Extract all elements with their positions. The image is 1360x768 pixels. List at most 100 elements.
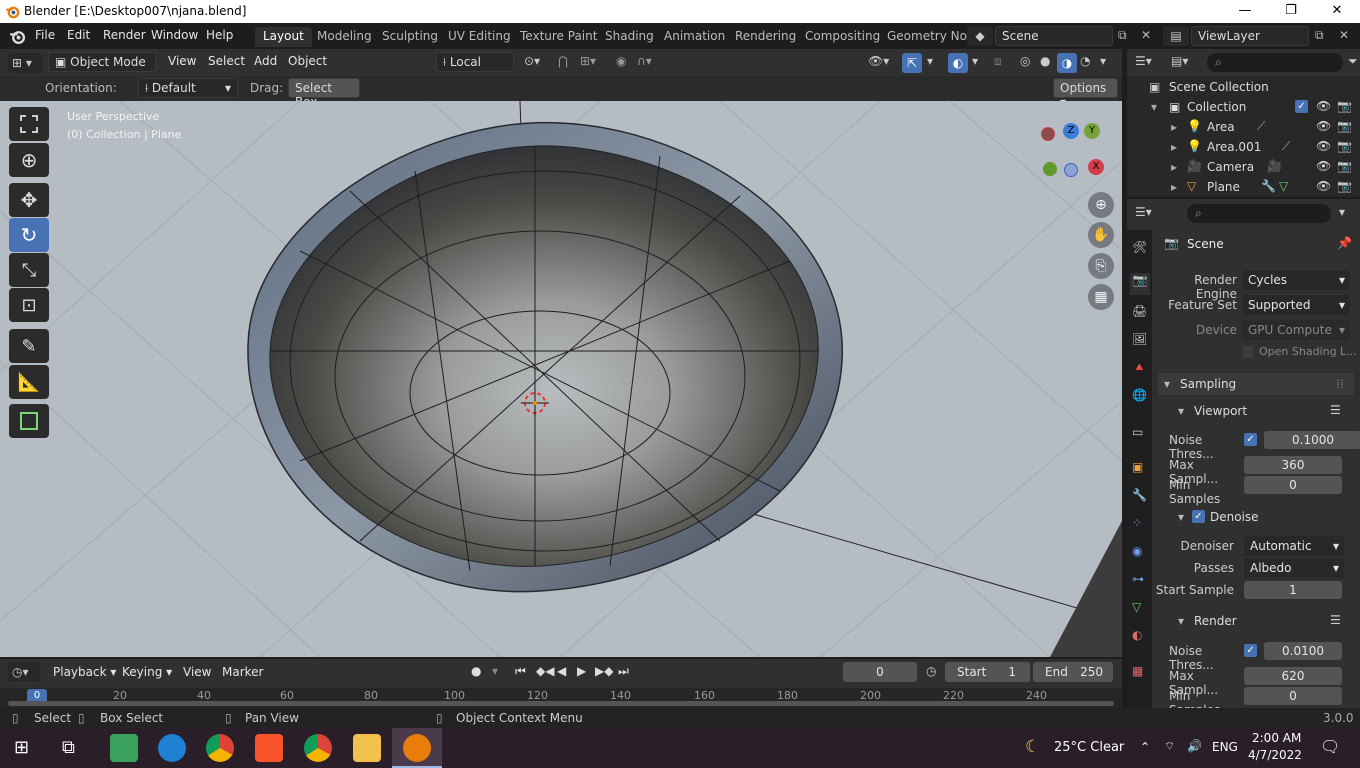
start-frame-field[interactable]: Start 1 xyxy=(945,662,1030,682)
render-engine-dropdown[interactable]: Cycles ▾ xyxy=(1242,270,1350,290)
timeline-menu-marker[interactable]: Marker xyxy=(222,665,263,679)
viewport-menu-object[interactable]: Object xyxy=(288,54,327,68)
neg-x-axis-handle[interactable] xyxy=(1041,127,1055,141)
drag-dropdown[interactable]: Select Box xyxy=(288,78,360,109)
close-button[interactable]: ✕ xyxy=(1314,0,1360,23)
drag-handle-icon[interactable]: ⁞⁞ xyxy=(1336,377,1344,391)
viewport-noise-checkbox[interactable]: ✓ xyxy=(1244,433,1257,446)
render-noise-field[interactable]: 0.0100 xyxy=(1264,642,1342,660)
collection-exclude-checkbox[interactable]: ✓ xyxy=(1295,100,1308,113)
presets-list-icon[interactable]: ☰ xyxy=(1330,613,1341,627)
weather-text[interactable]: 25°C Clear xyxy=(1054,740,1124,755)
next-keyframe-icon[interactable]: ▶◆ xyxy=(595,664,613,678)
new-viewlayer-icon[interactable]: ⧉ xyxy=(1315,28,1324,43)
tab-compositing[interactable]: Compositing xyxy=(797,27,888,47)
gizmo-toggle-icon[interactable]: ⇱ xyxy=(902,53,922,73)
editor-type-icon[interactable]: ⊞ ▾ xyxy=(8,53,42,73)
mode-dropdown[interactable]: ▣ Object Mode xyxy=(48,52,156,72)
passes-dropdown[interactable]: Albedo ▾ xyxy=(1244,558,1344,578)
object-tab-icon[interactable]: ▣ xyxy=(1132,460,1143,474)
visibility-eye-icon[interactable]: 👁 xyxy=(1316,159,1331,173)
timeline-editor-type-icon[interactable]: ◷▾ xyxy=(8,662,40,682)
menu-window[interactable]: Window xyxy=(151,28,198,42)
gizmo-dropdown-icon[interactable]: ▾ xyxy=(927,54,933,68)
brave-icon[interactable] xyxy=(255,734,283,762)
constraints-tab-icon[interactable]: ⊶ xyxy=(1132,572,1144,586)
timeline-menu-keying[interactable]: Keying ▾ xyxy=(122,665,172,679)
zoom-icon[interactable]: ⊕ xyxy=(1088,192,1114,218)
jump-start-icon[interactable]: ⏮ xyxy=(515,664,526,679)
outliner-collection[interactable]: ▾ ▣ Collection ✓ 👁 📷 xyxy=(1127,97,1360,117)
tab-shading[interactable]: Shading xyxy=(597,27,662,47)
measure-tool[interactable]: 📐 xyxy=(9,365,49,399)
viewport-max-samples-field[interactable]: 360 xyxy=(1244,456,1342,474)
new-scene-icon[interactable]: ⧉ xyxy=(1118,28,1127,43)
end-frame-field[interactable]: End 250 xyxy=(1033,662,1113,682)
outliner-item-plane[interactable]: ▸ ▽ Plane 🔧 ▽ 👁 📷 xyxy=(1127,177,1360,197)
tab-geometry-nodes[interactable]: Geometry No xyxy=(879,27,975,47)
render-tab-icon[interactable]: 📷 xyxy=(1130,273,1150,295)
device-dropdown[interactable]: GPU Compute ▾ xyxy=(1242,320,1350,340)
file-explorer-icon[interactable] xyxy=(353,734,381,762)
annotate-tool[interactable]: ✎ xyxy=(9,329,49,363)
windows-start-icon[interactable]: ⊞ xyxy=(14,737,29,758)
jump-end-icon[interactable]: ⏭ xyxy=(618,664,629,679)
3d-viewport[interactable]: User Perspective (0) Collection | Plane … xyxy=(0,101,1122,657)
expand-arrow-icon[interactable]: ▸ xyxy=(1171,160,1177,174)
shading-dropdown-icon[interactable]: ▾ xyxy=(1100,54,1106,68)
tab-sculpting[interactable]: Sculpting xyxy=(374,27,446,47)
transform-orientation-dropdown[interactable]: ⟊ Local xyxy=(436,52,514,72)
blender-taskbar-button[interactable] xyxy=(392,728,442,768)
preview-range-clock-icon[interactable]: ◷ xyxy=(926,664,936,678)
expand-arrow-icon[interactable]: ▸ xyxy=(1171,140,1177,154)
y-axis-handle[interactable]: Y xyxy=(1084,123,1100,139)
viewport-menu-select[interactable]: Select xyxy=(208,54,245,68)
viewlayer-selector-icon[interactable]: ▤ xyxy=(1163,26,1189,46)
snap-magnet-icon[interactable]: ⋂ xyxy=(558,54,568,68)
modifier-tab-icon[interactable]: 🔧 xyxy=(1132,488,1147,502)
tab-modeling[interactable]: Modeling xyxy=(309,27,380,47)
render-camera-icon[interactable]: 📷 xyxy=(1337,139,1352,153)
tray-chevron-icon[interactable]: ⌃ xyxy=(1140,740,1150,754)
render-min-samples-field[interactable]: 0 xyxy=(1244,687,1342,705)
transform-tool[interactable]: ⊡ xyxy=(9,288,49,322)
add-cube-tool[interactable] xyxy=(9,404,49,438)
output-tab-icon[interactable]: 🖨 xyxy=(1132,304,1147,318)
visibility-eye-icon[interactable]: 👁 xyxy=(1316,179,1331,193)
open-shading-checkbox[interactable] xyxy=(1242,346,1254,358)
minimize-button[interactable]: — xyxy=(1222,0,1268,23)
outliner-item-area[interactable]: ▸ 💡 Area ⟋ 👁 📷 xyxy=(1127,117,1360,137)
tab-rendering[interactable]: Rendering xyxy=(727,27,804,47)
notification-icon[interactable]: 🗨 xyxy=(1320,737,1340,756)
chrome-profile-icon[interactable] xyxy=(304,734,332,762)
tab-layout[interactable]: Layout xyxy=(255,27,312,47)
shading-wireframe-icon[interactable]: ◎ xyxy=(1020,54,1030,68)
properties-search-input[interactable]: ⌕ xyxy=(1187,204,1331,223)
visibility-eye-icon[interactable]: 👁 xyxy=(1316,99,1331,113)
viewport-min-samples-field[interactable]: 0 xyxy=(1244,476,1342,494)
overlay-dropdown-icon[interactable]: ▾ xyxy=(972,54,978,68)
viewport-menu-view[interactable]: View xyxy=(168,54,196,68)
z-axis-handle[interactable]: Z xyxy=(1063,123,1079,139)
clock-time[interactable]: 2:00 AM xyxy=(1252,731,1301,745)
x-axis-handle[interactable]: X xyxy=(1088,159,1104,175)
scene-tab-icon[interactable]: 🔺 xyxy=(1132,360,1147,374)
expand-arrow-icon[interactable]: ▸ xyxy=(1171,120,1177,134)
presets-list-icon[interactable]: ☰ xyxy=(1330,403,1341,417)
particles-tab-icon[interactable]: ⁘ xyxy=(1132,516,1142,530)
tab-texture-paint[interactable]: Texture Paint xyxy=(512,27,605,47)
move-tool[interactable]: ✥ xyxy=(9,183,49,217)
current-frame-field[interactable]: 0 xyxy=(843,662,917,682)
tool-tab-icon[interactable]: 🛠 xyxy=(1132,240,1147,254)
tab-uv-editing[interactable]: UV Editing xyxy=(440,27,519,47)
clock-date[interactable]: 4/7/2022 xyxy=(1248,748,1302,762)
material-tab-icon[interactable]: ◐ xyxy=(1132,628,1142,642)
start-sample-field[interactable]: 1 xyxy=(1244,581,1342,599)
render-camera-icon[interactable]: 📷 xyxy=(1337,179,1352,193)
language-indicator[interactable]: ENG xyxy=(1212,740,1238,754)
filter-icon[interactable]: ⏷ xyxy=(1348,54,1358,69)
timeline-ruler[interactable]: 0 20 40 60 80 100 120 140 160 180 200 22… xyxy=(0,688,1122,708)
outliner-item-camera[interactable]: ▸ 🎥 Camera 🎥 👁 📷 xyxy=(1127,157,1360,177)
scale-tool[interactable]: ⤡ xyxy=(9,253,49,287)
data-tab-icon[interactable]: ▽ xyxy=(1132,600,1141,614)
